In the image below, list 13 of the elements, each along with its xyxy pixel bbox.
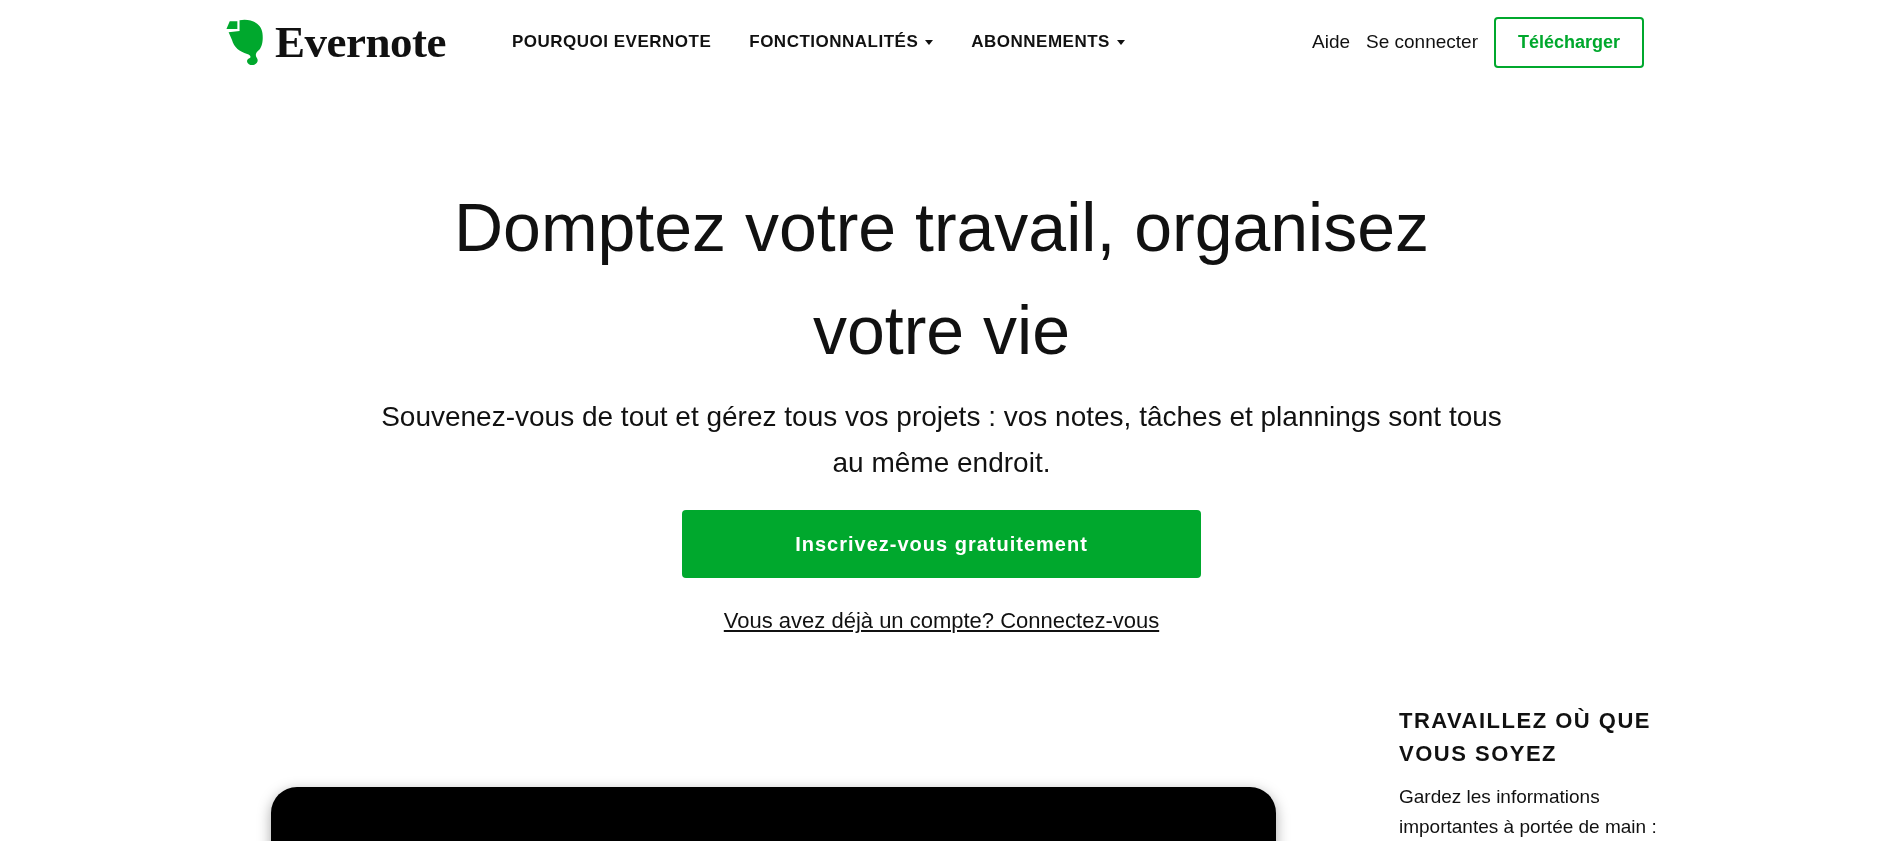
logo-wordmark[interactable]: Evernote bbox=[275, 16, 446, 68]
feature-text: Gardez les informations importantes à portée de main : bbox=[1399, 785, 1658, 839]
hero-title: Domptez votre travail, organisez votre vie bbox=[452, 188, 1431, 370]
header-link[interactable]: Se connecter bbox=[1366, 31, 1478, 53]
nav-link[interactable]: FONCTIONNALITÉS bbox=[749, 32, 934, 52]
nav-link[interactable]: ABONNEMENTS bbox=[971, 32, 1125, 52]
caret-icon bbox=[925, 39, 934, 45]
login-link[interactable]: Vous avez déjà un compte? Connectez-vous bbox=[723, 608, 1160, 634]
hero-subtitle: Souvenez-vous de tout et gérez tous vos projets : vos notes, tâches et plannings sont tous au même endroit. bbox=[380, 400, 1503, 480]
header-link[interactable]: Aide bbox=[1312, 31, 1351, 53]
feature-heading: TRAVAILLEZ OÙ QUE VOUS SOYEZ bbox=[1399, 707, 1652, 768]
caret-icon bbox=[1116, 39, 1125, 45]
nav-link[interactable]: POURQUOI EVERNOTE bbox=[511, 32, 712, 52]
